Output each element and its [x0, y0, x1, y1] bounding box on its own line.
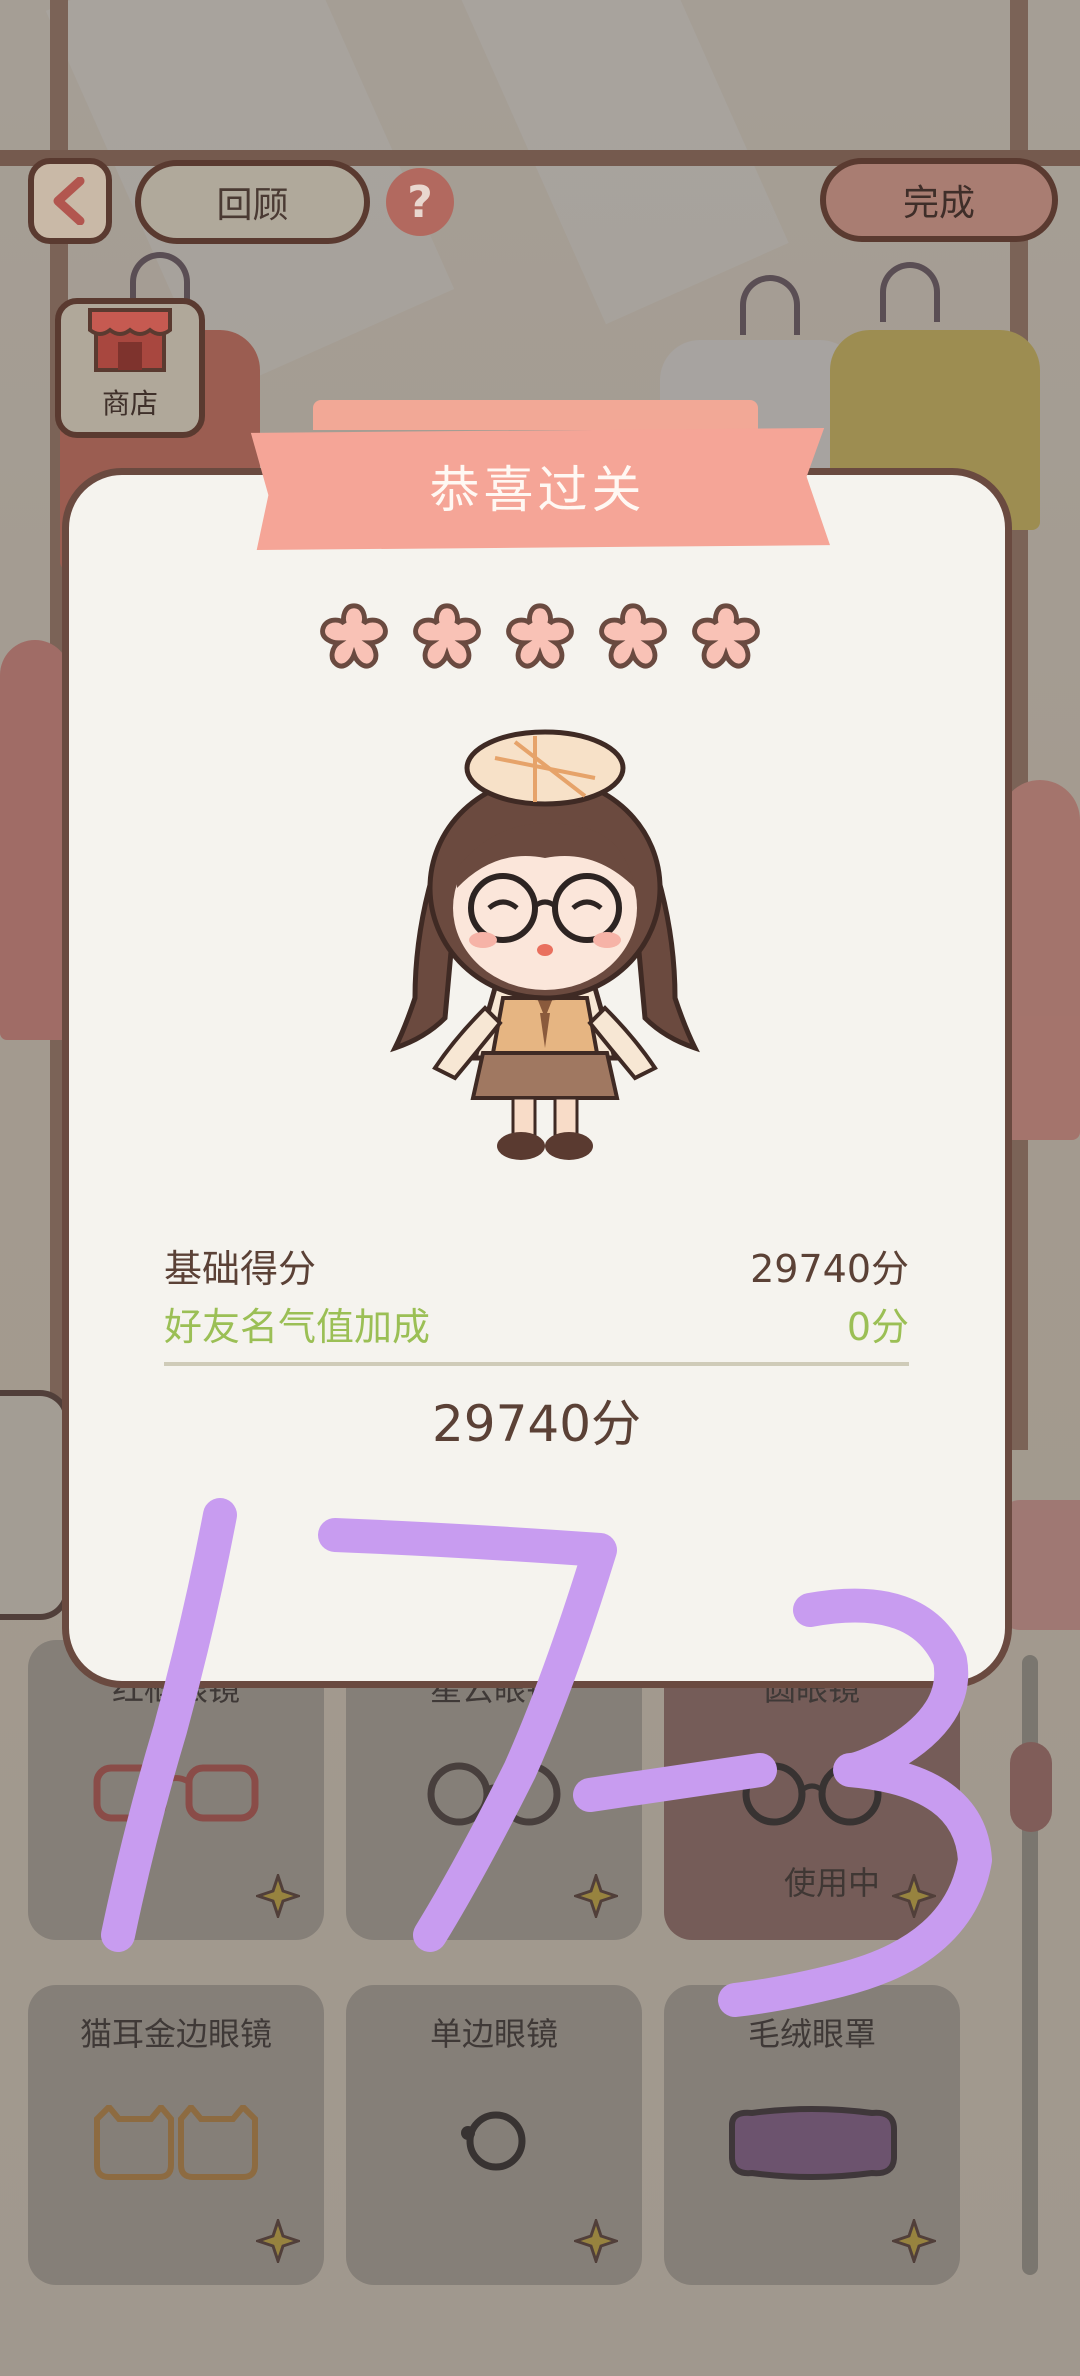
shop-icon [88, 308, 172, 372]
friend-bonus-row: 好友名气值加成 0分 [164, 1296, 909, 1351]
ribbon-fold [313, 400, 758, 430]
flower-star-icon [413, 603, 481, 669]
character-avatar [390, 729, 700, 1160]
base-score-value: 29740分 [750, 1247, 909, 1291]
flower-star-icon [692, 603, 760, 669]
back-button[interactable] [28, 158, 112, 244]
friend-bonus-value: 0分 [846, 1305, 909, 1349]
shop-label: 商店 [101, 387, 158, 420]
star-rating [315, 598, 765, 678]
base-score-row: 基础得分 29740分 [164, 1238, 909, 1293]
question-icon[interactable]: ? [386, 168, 454, 236]
ribbon-banner: 恭喜过关 [250, 428, 830, 550]
done-button[interactable]: 完成 [820, 158, 1058, 242]
flower-star-icon [506, 603, 574, 669]
shop-button[interactable]: 商店 [55, 298, 205, 438]
score-divider [164, 1362, 909, 1366]
total-score: 29740分 [431, 1395, 642, 1453]
flower-star-icon [320, 603, 388, 669]
friend-bonus-label: 好友名气值加成 [164, 1305, 431, 1349]
base-score-label: 基础得分 [164, 1247, 317, 1291]
title-ribbon: 恭喜过关 [245, 400, 830, 550]
dialog-title: 恭喜过关 [429, 461, 646, 519]
flower-star-icon [599, 603, 667, 669]
chevron-left-icon [53, 177, 85, 225]
review-button[interactable]: 回顾 [135, 160, 370, 244]
